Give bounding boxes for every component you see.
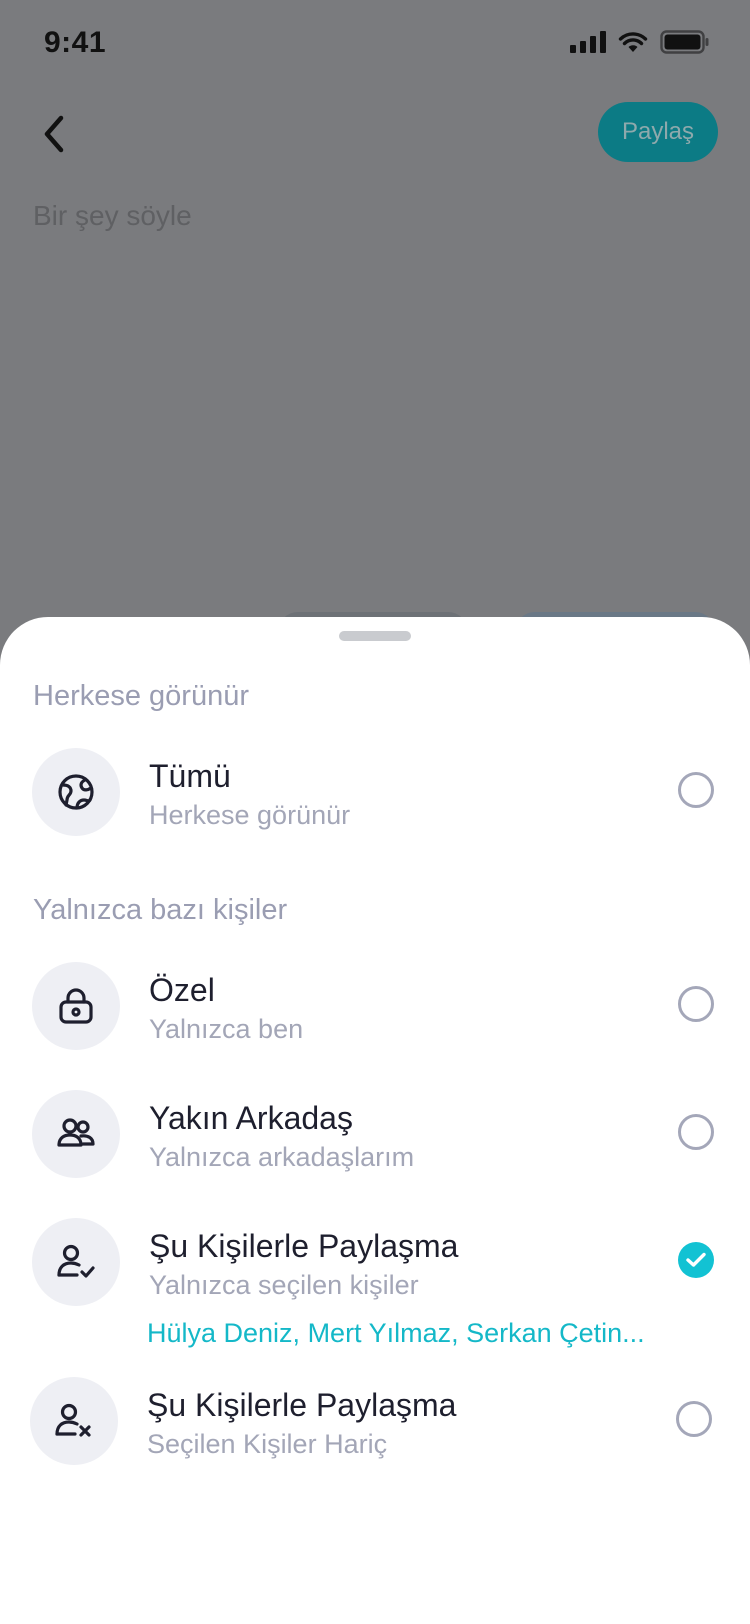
user-check-icon [57, 1244, 95, 1278]
option-title: Şu Kişilerle Paylaşma [149, 1228, 459, 1264]
radio-unchecked[interactable] [676, 1401, 712, 1437]
visibility-option-close-friends[interactable]: Yakın Arkadaş Yalnızca arkadaşlarım [0, 1090, 750, 1180]
share-button[interactable]: Paylaş [598, 102, 718, 162]
radio-unchecked[interactable] [678, 772, 714, 808]
visibility-option-share-with[interactable]: Şu Kişilerle Paylaşma Yalnızca seçilen k… [0, 1218, 750, 1308]
option-subtitle: Herkese görünür [149, 800, 351, 830]
section-title-some-people: Yalnızca bazı kişiler [33, 894, 288, 926]
back-button[interactable] [24, 104, 84, 164]
option-title: Şu Kişilerle Paylaşma [147, 1387, 457, 1423]
option-subtitle: Seçilen Kişiler Hariç [147, 1429, 388, 1459]
wifi-icon [618, 31, 648, 53]
status-bar: 9:41 [0, 0, 750, 90]
users-icon [57, 1118, 95, 1147]
chevron-left-icon [44, 115, 64, 153]
option-icon-wrap [32, 1090, 120, 1178]
visibility-option-private[interactable]: Özel Yalnızca ben [0, 962, 750, 1052]
status-icons [570, 30, 710, 54]
option-icon-wrap [32, 748, 120, 836]
option-icon-wrap [32, 962, 120, 1050]
sheet-drag-handle[interactable] [339, 631, 411, 641]
option-subtitle: Yalnızca seçilen kişiler [149, 1270, 419, 1300]
user-x-icon [55, 1403, 91, 1437]
status-time: 9:41 [44, 26, 107, 59]
option-title: Tümü [149, 758, 231, 794]
post-composer-placeholder[interactable]: Bir şey söyle [33, 200, 192, 232]
cellular-signal-icon [570, 31, 606, 53]
option-title: Yakın Arkadaş [149, 1100, 353, 1136]
screen: 9:41 Paylaş Bir şey söyle Herkese görünü… [0, 0, 750, 1624]
lock-icon [59, 988, 93, 1024]
visibility-option-except[interactable]: Şu Kişilerle Paylaşma Seçilen Kişiler Ha… [0, 1377, 750, 1467]
radio-unchecked[interactable] [678, 1114, 714, 1150]
radio-checked[interactable] [678, 1242, 714, 1278]
selected-people-list[interactable]: Hülya Deniz, Mert Yılmaz, Serkan Çetin..… [147, 1318, 645, 1349]
visibility-option-all[interactable]: Tümü Herkese görünür [0, 748, 750, 838]
battery-icon [660, 30, 710, 54]
globe-icon [58, 774, 94, 810]
checkmark-icon [686, 1252, 706, 1267]
radio-unchecked[interactable] [678, 986, 714, 1022]
option-subtitle: Yalnızca arkadaşlarım [149, 1142, 415, 1172]
section-title-public: Herkese görünür [33, 680, 249, 712]
option-title: Özel [149, 972, 215, 1008]
option-icon-wrap [32, 1218, 120, 1306]
option-subtitle: Yalnızca ben [149, 1014, 304, 1044]
option-icon-wrap [30, 1377, 118, 1465]
